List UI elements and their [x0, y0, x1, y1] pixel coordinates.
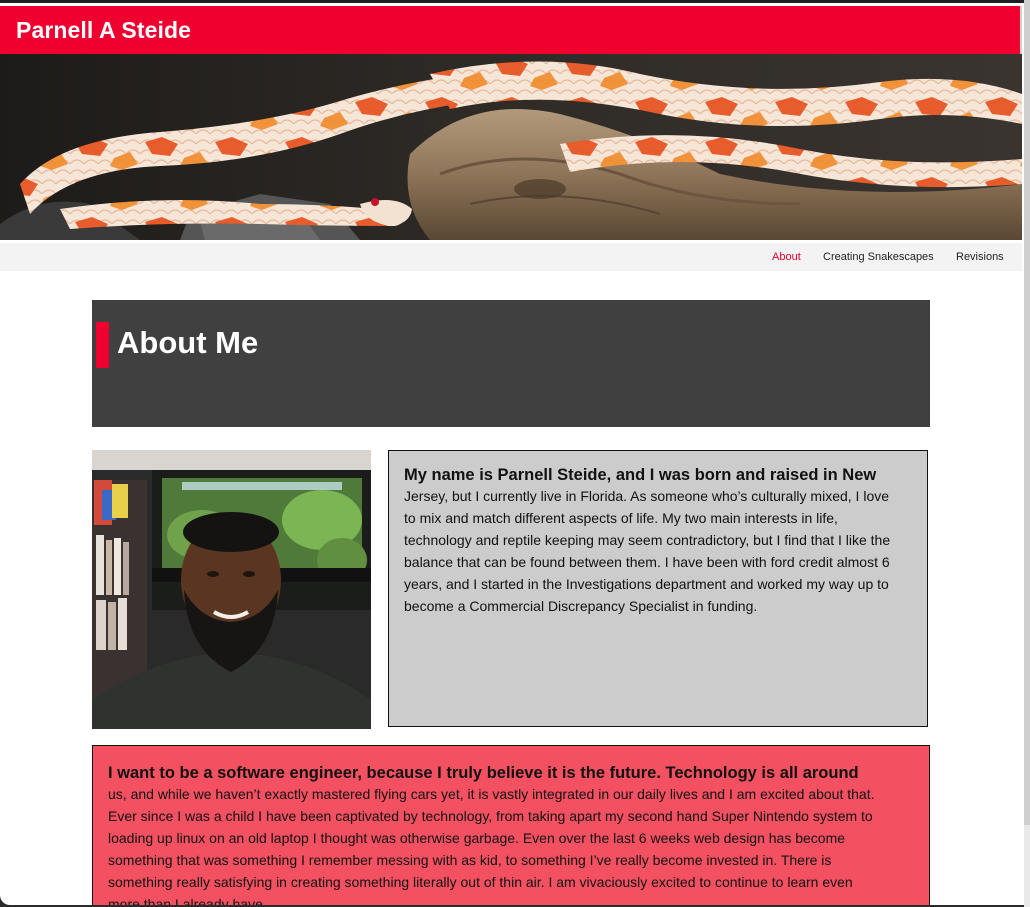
site-header: Parnell A Steide — [0, 6, 1022, 54]
bio-line: years, and I started in the Investigatio… — [404, 576, 889, 592]
hero-accent-bar — [96, 322, 109, 368]
career-goal-section: I want to be a software engineer, becaus… — [92, 745, 930, 905]
nav-link-revisions[interactable]: Revisions — [956, 251, 1004, 263]
bio-section: My name is Parnell Steide, and I was bor… — [388, 450, 928, 727]
scrollbar-track[interactable] — [1024, 0, 1030, 907]
nav-link-about[interactable]: About — [772, 251, 801, 263]
bio-line: become a Commercial Discrepancy Speciali… — [404, 598, 758, 614]
goal-line: more than I already have. — [108, 896, 267, 905]
nav-link-creating-snakescapes[interactable]: Creating Snakescapes — [823, 251, 934, 263]
goal-line: something that was something I remember … — [108, 852, 832, 868]
banner-image — [0, 54, 1022, 240]
scrollbar-thumb[interactable] — [1024, 0, 1030, 825]
goal-line: Ever since I was a child I have been cap… — [108, 808, 873, 824]
goal-line: loading up linux on an old laptop I thou… — [108, 830, 846, 846]
browser-window: Parnell A Steide About Creating Snakesca… — [0, 0, 1024, 905]
about-hero: About Me — [92, 300, 930, 427]
bio-lead: My name is Parnell Steide, and I was bor… — [404, 466, 877, 484]
bio-line: to mix and match different aspects of li… — [404, 510, 838, 526]
goal-lead: I want to be a software engineer, becaus… — [108, 764, 859, 782]
profile-photo — [92, 450, 371, 729]
bio-line: balance that can be found between them. … — [404, 554, 890, 570]
page-title: About Me — [117, 325, 259, 360]
bio-line: technology and reptile keeping may seem … — [404, 532, 891, 548]
goal-line: us, and while we haven’t exactly mastere… — [108, 786, 875, 802]
main-nav: About Creating Snakescapes Revisions — [0, 243, 1022, 271]
site-title[interactable]: Parnell A Steide — [16, 17, 191, 44]
bio-line: Jersey, but I currently live in Florida.… — [404, 488, 890, 504]
goal-line: something really satisfying in creating … — [108, 874, 853, 890]
